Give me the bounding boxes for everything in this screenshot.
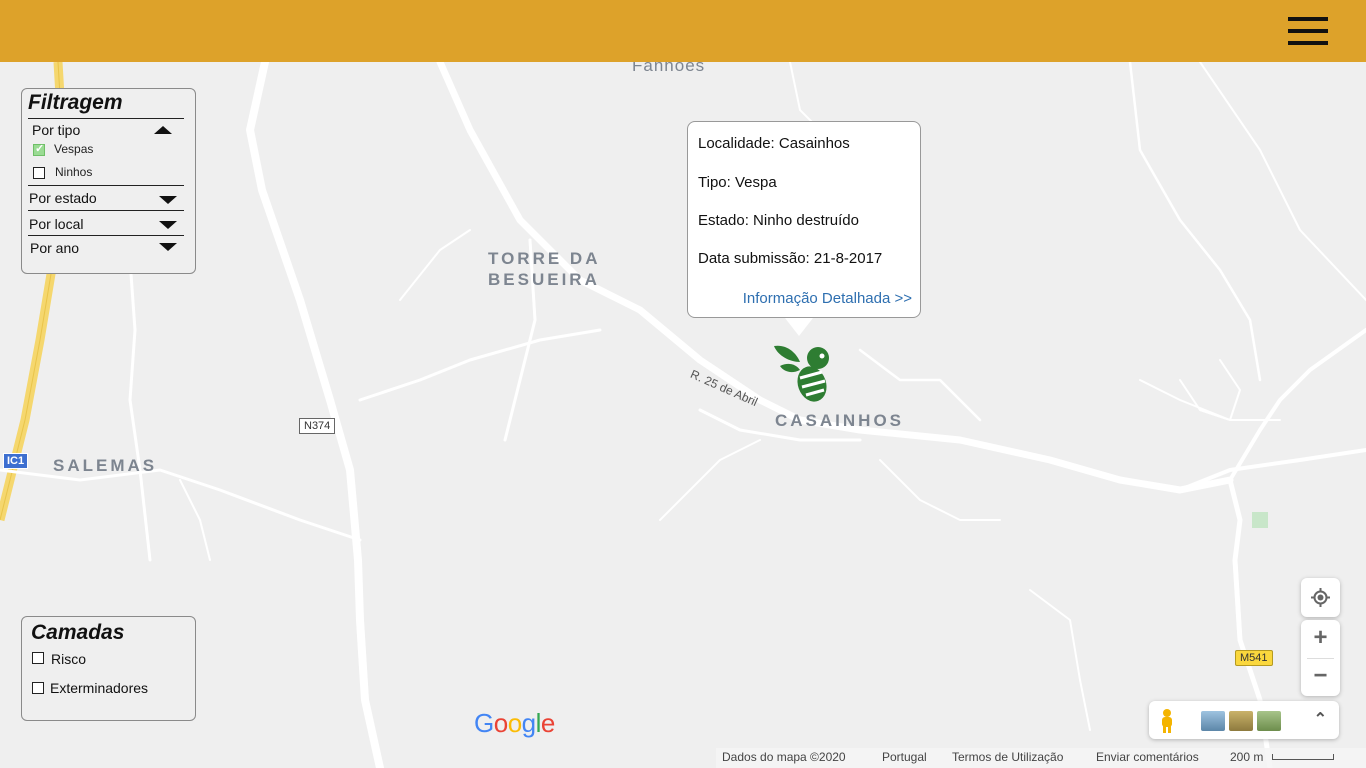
map-canvas[interactable]: Fanhoes TORRE DA BESUEIRA CASAINHOS SALE… bbox=[0, 62, 1366, 768]
hybrid-thumbnail[interactable] bbox=[1257, 711, 1281, 731]
place-label-casainhos: CASAINHOS bbox=[775, 411, 905, 430]
info-state: Estado: Ninho destruído bbox=[698, 212, 859, 229]
info-window-tail bbox=[785, 318, 813, 336]
place-label-salemas: SALEMAS bbox=[53, 456, 158, 475]
vespas-checkbox[interactable] bbox=[33, 142, 45, 156]
ninhos-label: Ninhos bbox=[55, 165, 93, 179]
map-data-credit: Dados do mapa ©2020 bbox=[722, 750, 846, 764]
filter-panel: Filtragem Por tipo Vespas Ninhos Por est… bbox=[21, 88, 196, 274]
divider bbox=[28, 210, 184, 211]
place-label-fanhoes: Fanhoes bbox=[632, 62, 706, 75]
road-shield-m541: M541 bbox=[1235, 650, 1273, 666]
detailed-info-link[interactable]: Informação Detalhada >> bbox=[743, 290, 912, 307]
country-link[interactable]: Portugal bbox=[882, 750, 927, 764]
filter-by-place-toggle[interactable]: Por local bbox=[29, 216, 83, 232]
chevron-up-icon[interactable]: ⌃ bbox=[1314, 709, 1327, 729]
chevron-down-icon[interactable] bbox=[159, 221, 177, 229]
wasp-icon[interactable] bbox=[770, 340, 836, 406]
map-type-bar: ⌃ bbox=[1149, 701, 1339, 739]
divider bbox=[28, 118, 184, 119]
scale-label: 200 m bbox=[1230, 750, 1264, 764]
exterminadores-checkbox[interactable] bbox=[32, 682, 44, 694]
zoom-in-button[interactable]: + bbox=[1301, 620, 1340, 658]
divider bbox=[28, 235, 184, 236]
chevron-up-icon[interactable] bbox=[154, 126, 172, 134]
my-location-button[interactable] bbox=[1301, 578, 1340, 617]
divider bbox=[28, 185, 184, 186]
top-bar bbox=[0, 0, 1366, 62]
filter-by-type-toggle[interactable]: Por tipo bbox=[32, 122, 80, 138]
filter-by-year-toggle[interactable]: Por ano bbox=[30, 240, 79, 256]
chevron-down-icon[interactable] bbox=[159, 196, 177, 204]
road-network bbox=[0, 62, 1366, 768]
hamburger-menu-icon[interactable] bbox=[1288, 17, 1328, 47]
road-shield-n374: N374 bbox=[299, 418, 336, 434]
risco-checkbox[interactable] bbox=[32, 652, 44, 664]
place-label-besueira: BESUEIRA bbox=[488, 270, 600, 289]
scale-bar bbox=[1272, 754, 1334, 760]
road-shield-ic1: IC1 bbox=[3, 453, 29, 469]
risco-label: Risco bbox=[51, 651, 87, 667]
info-locality: Localidade: Casainhos bbox=[698, 135, 850, 152]
app-root: Fanhoes TORRE DA BESUEIRA CASAINHOS SALE… bbox=[0, 0, 1366, 768]
pegman-icon[interactable] bbox=[1159, 708, 1175, 734]
info-window: Localidade: Casainhos Tipo: Vespa Estado… bbox=[687, 121, 921, 336]
terrain-thumbnail[interactable] bbox=[1201, 711, 1225, 731]
google-logo: Google bbox=[474, 708, 555, 738]
layers-title: Camadas bbox=[31, 621, 125, 644]
terms-link[interactable]: Termos de Utilização bbox=[952, 750, 1063, 764]
zoom-control: + − bbox=[1301, 620, 1340, 696]
info-type: Tipo: Vespa bbox=[698, 174, 777, 191]
my-location-icon bbox=[1311, 588, 1330, 607]
map-footer: Dados do mapa ©2020 Portugal Termos de U… bbox=[716, 748, 1366, 768]
filter-title: Filtragem bbox=[28, 91, 123, 114]
chevron-down-icon[interactable] bbox=[159, 243, 177, 251]
vespas-label: Vespas bbox=[54, 142, 94, 156]
filter-by-state-toggle[interactable]: Por estado bbox=[29, 190, 97, 206]
ninhos-checkbox[interactable] bbox=[33, 167, 45, 179]
info-date: Data submissão: 21-8-2017 bbox=[698, 250, 883, 267]
feedback-link[interactable]: Enviar comentários bbox=[1096, 750, 1199, 764]
zoom-out-button[interactable]: − bbox=[1301, 658, 1340, 696]
place-label-torre-da: TORRE DA bbox=[488, 249, 601, 268]
exterminadores-label: Exterminadores bbox=[50, 680, 149, 696]
layers-panel: Camadas Risco Exterminadores bbox=[21, 616, 196, 721]
satellite-thumbnail[interactable] bbox=[1229, 711, 1253, 731]
